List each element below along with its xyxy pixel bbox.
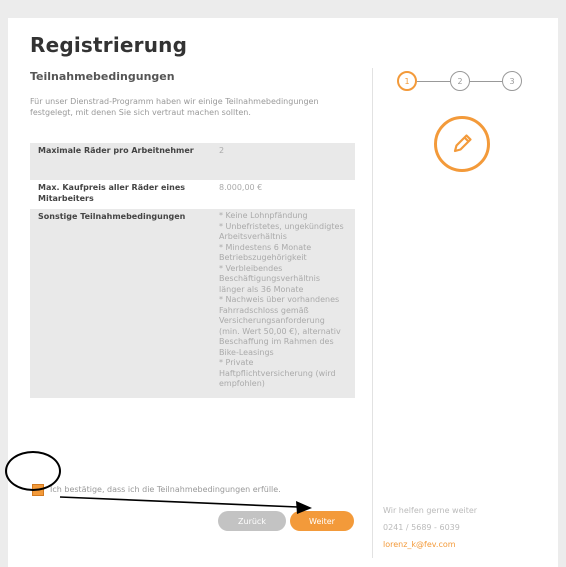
condition-label: Sonstige Teilnahmebedingungen xyxy=(30,209,211,398)
intro-text: Für unser Dienstrad-Programm haben wir e… xyxy=(30,97,319,117)
help-box: Wir helfen gerne weiter 0241 / 5689 - 60… xyxy=(383,502,477,553)
help-phone[interactable]: 0241 / 5689 - 6039 xyxy=(383,519,477,536)
back-button[interactable]: Zurück xyxy=(218,511,286,531)
condition-item: * Keine Lohnpfändung xyxy=(219,211,308,220)
condition-label: Maximale Räder pro Arbeitnehmer xyxy=(30,143,211,180)
column-divider xyxy=(372,68,373,558)
table-row: Sonstige Teilnahmebedingungen * Keine Lo… xyxy=(30,209,355,398)
condition-item: * Nachweis über vorhandenes Fahrradschlo… xyxy=(219,295,341,357)
step-2: 2 xyxy=(450,71,470,91)
help-heading: Wir helfen gerne weiter xyxy=(383,506,478,515)
condition-value: 8.000,00 € xyxy=(219,183,263,192)
next-button[interactable]: Weiter xyxy=(290,511,354,531)
consent-label[interactable]: Ich bestätige, dass ich die Teilnahmebed… xyxy=(50,485,281,494)
help-email[interactable]: lorenz_k@fev.com xyxy=(383,536,477,553)
step-connector xyxy=(417,81,450,82)
condition-item: * Unbefristetes, ungekündigtes Arbeitsve… xyxy=(219,221,344,242)
condition-item: * Verbleibendes Beschäftigungsverhältnis… xyxy=(219,263,321,294)
conditions-table: Maximale Räder pro Arbeitnehmer 2 Max. K… xyxy=(30,143,355,398)
registration-card: Registrierung Teilnahmebedingungen Für u… xyxy=(8,18,558,567)
section-title: Teilnahmebedingungen xyxy=(30,70,175,83)
condition-item: * Private Haftpflichtversicherung (wird … xyxy=(219,358,336,388)
page-title: Registrierung xyxy=(30,33,188,57)
pencil-icon xyxy=(453,134,472,153)
table-row: Maximale Räder pro Arbeitnehmer 2 xyxy=(30,143,355,180)
annotation-circle xyxy=(5,451,61,491)
condition-label: Max. Kaufpreis aller Räder eines Mitarbe… xyxy=(38,183,186,203)
condition-list: * Keine Lohnpfändung * Unbefristetes, un… xyxy=(211,209,355,398)
condition-item: * Mindestens 6 Monate Betriebszugehörigk… xyxy=(219,242,312,263)
table-row: Max. Kaufpreis aller Räder eines Mitarbe… xyxy=(30,180,355,209)
step-icon-circle xyxy=(434,116,490,172)
step-3: 3 xyxy=(502,71,522,91)
step-connector xyxy=(470,81,502,82)
step-1: 1 xyxy=(397,71,417,91)
condition-value: 2 xyxy=(211,143,355,180)
